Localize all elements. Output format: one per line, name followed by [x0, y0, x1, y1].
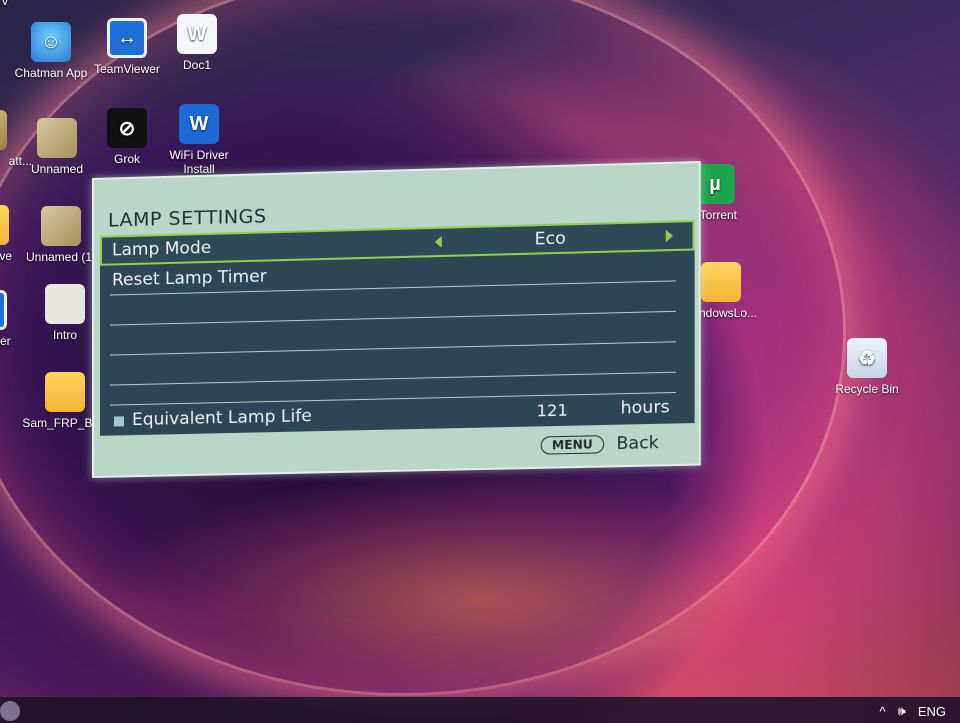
- image-file-icon: [37, 118, 77, 158]
- desktop-icon-label: WiFi Driver Install: [169, 148, 229, 176]
- volume-icon[interactable]: 🕪: [898, 703, 906, 719]
- lamp-life-unit: hours: [620, 397, 670, 419]
- desktop-icon-doc1[interactable]: W Doc1: [152, 14, 242, 72]
- viewer-icon: [0, 290, 7, 330]
- bullet-square-icon: [113, 416, 125, 427]
- reset-lamp-timer-label: Reset Lamp Timer: [111, 266, 267, 291]
- drive-icon: [0, 205, 9, 245]
- chatman-app-icon: ☺: [31, 22, 71, 62]
- lamp-life-value: 121: [536, 400, 568, 421]
- image-file-icon: [0, 110, 7, 150]
- osd-panel: LAMP SETTINGS Lamp Mode Eco Reset Lamp T…: [92, 160, 701, 478]
- start-button[interactable]: [0, 701, 20, 721]
- document-icon: [45, 284, 85, 324]
- teamviewer-icon: ↔: [107, 18, 147, 58]
- wifi-driver-icon: W: [179, 104, 219, 144]
- desktop-icon-recycle-bin[interactable]: ♻ Recycle Bin: [822, 338, 912, 396]
- arrow-right-icon[interactable]: [665, 229, 673, 243]
- chevron-up-icon[interactable]: ^: [880, 704, 886, 719]
- desktop-screen: v att... Drive iewer ☺ Chatman App Unnam…: [0, 0, 960, 723]
- desktop-icon-label: Recycle Bin: [835, 382, 899, 396]
- language-indicator[interactable]: ENG: [918, 704, 946, 719]
- arrow-left-icon[interactable]: [434, 235, 442, 249]
- partial-icon-label: v: [2, 0, 8, 8]
- lamp-mode-value: Eco: [534, 228, 566, 250]
- image-file-icon: [41, 206, 81, 246]
- desktop-icon-wifi-driver[interactable]: W WiFi Driver Install: [154, 104, 244, 176]
- desktop-icon-label: Doc1: [182, 58, 211, 72]
- word-document-icon: W: [177, 14, 217, 54]
- folder-icon: [45, 372, 85, 412]
- grok-icon: ⊘: [107, 108, 147, 148]
- recycle-bin-icon: ♻: [847, 338, 887, 378]
- wallpaper-glow: [100, 470, 860, 723]
- system-tray: ^ 🕪 ENG: [880, 703, 946, 719]
- projector-osd: LAMP SETTINGS Lamp Mode Eco Reset Lamp T…: [92, 160, 705, 482]
- lamp-mode-label: Lamp Mode: [111, 237, 212, 261]
- folder-icon: [701, 262, 741, 302]
- taskbar: ^ 🕪 ENG: [0, 697, 960, 723]
- osd-title: LAMP SETTINGS: [107, 205, 267, 232]
- osd-menu-body: Lamp Mode Eco Reset Lamp Timer Equivalen…: [99, 220, 695, 436]
- lamp-life-label: Equivalent Lamp Life: [132, 406, 312, 431]
- menu-key-badge[interactable]: MENU: [540, 435, 605, 455]
- back-label: Back: [616, 432, 659, 455]
